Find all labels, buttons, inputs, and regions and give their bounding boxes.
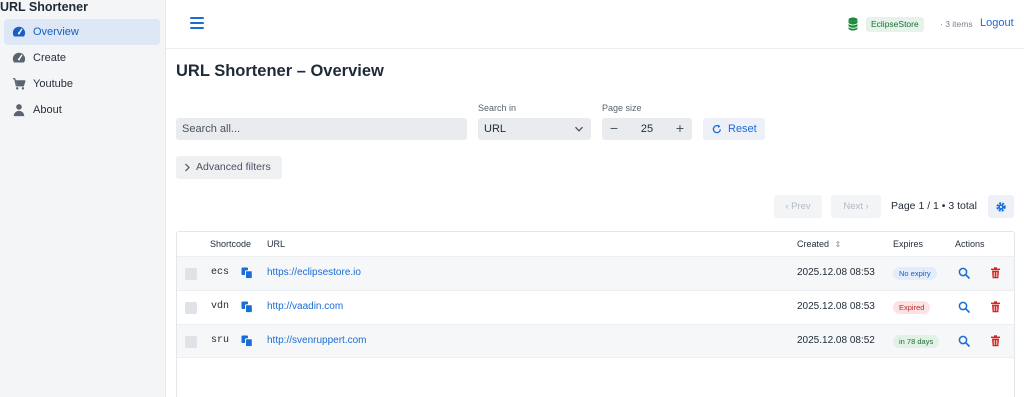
column-settings-button[interactable] xyxy=(988,195,1014,218)
search-icon[interactable] xyxy=(958,267,970,279)
table-row[interactable]: sru http://svenruppert.com 2025.12.08 08… xyxy=(177,324,1014,358)
gear-icon xyxy=(996,202,1006,212)
sidebar-item-label: Youtube xyxy=(33,78,73,90)
advanced-filters-toggle[interactable]: Advanced filters xyxy=(176,156,282,179)
speedometer-icon xyxy=(11,25,26,40)
page-info: Page 1 / 1 • 3 total xyxy=(891,200,977,212)
sidebar-item-label: Overview xyxy=(33,26,79,38)
status-badge: Expired xyxy=(893,301,931,314)
page-size-stepper: − 25 + xyxy=(602,118,692,140)
search-in-select[interactable]: URL xyxy=(478,118,591,140)
copy-icon[interactable] xyxy=(241,335,253,347)
sort-icon: ⇕ xyxy=(834,240,842,249)
page-size-label: Page size xyxy=(602,103,642,113)
shortcode-cell: sru xyxy=(211,335,230,346)
row-checkbox[interactable] xyxy=(185,302,197,314)
copy-icon[interactable] xyxy=(241,301,253,313)
trash-icon[interactable] xyxy=(990,267,1001,279)
column-header-url[interactable]: URL xyxy=(267,239,285,249)
next-page-button[interactable]: Next › xyxy=(831,195,881,218)
sidebar-item-about[interactable]: About xyxy=(4,97,160,123)
increment-button[interactable]: + xyxy=(670,118,690,140)
column-header-shortcode[interactable]: Shortcode xyxy=(210,239,251,249)
sidebar-item-label: Create xyxy=(33,52,67,64)
store-badge: EclipseStore xyxy=(866,17,924,32)
search-in-value: URL xyxy=(484,123,507,135)
advanced-filters-label: Advanced filters xyxy=(196,161,271,173)
sidebar-item-youtube[interactable]: Youtube xyxy=(4,71,160,97)
search-input[interactable] xyxy=(176,118,467,140)
url-table: Shortcode URL Created ⇕ Expires Actions … xyxy=(176,231,1015,397)
column-header-created[interactable]: Created ⇕ xyxy=(797,239,841,249)
column-header-actions: Actions xyxy=(955,239,985,249)
shortcode-cell: ecs xyxy=(211,267,230,278)
url-link[interactable]: https://eclipsestore.io xyxy=(267,267,361,278)
table-row[interactable]: vdn http://vaadin.com 2025.12.08 08:53 E… xyxy=(177,290,1014,324)
trash-icon[interactable] xyxy=(990,335,1001,347)
search-icon[interactable] xyxy=(958,301,970,313)
sidebar-nav: Overview Create Youtube About xyxy=(4,19,160,123)
shortcode-cell: vdn xyxy=(211,301,230,312)
reset-button[interactable]: Reset xyxy=(703,118,765,140)
app-title: URL Shortener xyxy=(0,0,88,14)
refresh-icon xyxy=(712,124,722,134)
reset-label: Reset xyxy=(728,123,757,135)
url-link[interactable]: http://vaadin.com xyxy=(267,301,343,312)
copy-icon[interactable] xyxy=(241,267,253,279)
search-in-label: Search in xyxy=(478,103,517,113)
status-badge: No expiry xyxy=(893,267,937,280)
decrement-button[interactable]: − xyxy=(604,118,624,140)
status-badge: in 78 days xyxy=(893,335,940,348)
top-header: EclipseStore · 3 items Logout xyxy=(166,0,1024,49)
created-cell: 2025.12.08 08:53 xyxy=(797,267,875,278)
cart-icon xyxy=(11,77,26,92)
chevron-down-icon xyxy=(575,126,583,132)
database-icon xyxy=(848,17,858,31)
items-count: · 3 items xyxy=(940,19,973,29)
search-icon[interactable] xyxy=(958,335,970,347)
created-cell: 2025.12.08 08:53 xyxy=(797,301,875,312)
prev-page-button[interactable]: ‹ Prev xyxy=(774,195,822,218)
table-row[interactable]: ecs https://eclipsestore.io 2025.12.08 0… xyxy=(177,256,1014,290)
column-header-label: Created xyxy=(797,239,830,249)
sidebar-item-overview[interactable]: Overview xyxy=(4,19,160,45)
hamburger-icon xyxy=(190,17,204,19)
row-checkbox[interactable] xyxy=(185,268,197,280)
menu-toggle-button[interactable] xyxy=(190,17,204,31)
gauge-icon xyxy=(11,51,26,66)
page-title: URL Shortener – Overview xyxy=(176,62,384,80)
chevron-right-icon xyxy=(185,163,190,172)
page-size-value[interactable]: 25 xyxy=(632,118,662,140)
column-header-expires[interactable]: Expires xyxy=(893,239,923,249)
user-icon xyxy=(11,103,26,118)
url-link[interactable]: http://svenruppert.com xyxy=(267,335,367,346)
sidebar-item-label: About xyxy=(33,104,62,116)
sidebar-item-create[interactable]: Create xyxy=(4,45,160,71)
logout-link[interactable]: Logout xyxy=(980,17,1014,29)
row-checkbox[interactable] xyxy=(185,336,197,348)
trash-icon[interactable] xyxy=(990,301,1001,313)
created-cell: 2025.12.08 08:52 xyxy=(797,335,875,346)
sidebar: URL Shortener Overview Create Youtube Ab… xyxy=(0,0,166,397)
